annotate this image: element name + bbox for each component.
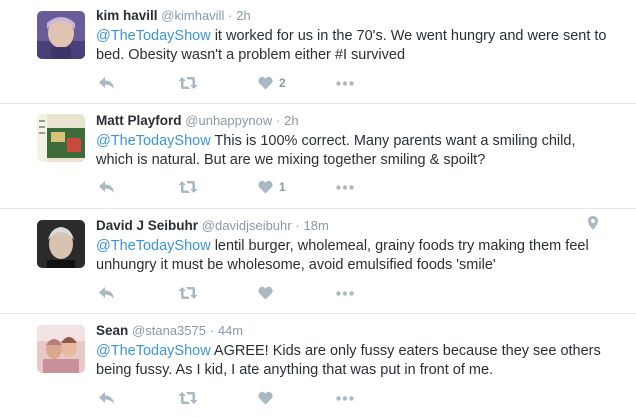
author-name[interactable]: Matt Playford — [96, 113, 182, 128]
tweet-header: Sean @stana3575 · 44m — [96, 323, 243, 338]
reply-button[interactable] — [98, 73, 115, 93]
tweet-text: @TheTodayShow it worked for us in the 70… — [96, 27, 616, 65]
tweet-text: @TheTodayShow lentil burger, wholemeal, … — [96, 237, 616, 275]
heart-icon — [258, 286, 273, 300]
separator-dot: · — [295, 218, 300, 233]
author-handle[interactable]: @kimhavill — [161, 8, 224, 23]
avatar[interactable] — [37, 325, 85, 373]
retweet-icon — [178, 77, 198, 89]
tweet-feed: kim havill @kimhavill · 2h @TheTodayShow… — [0, 0, 636, 417]
timestamp[interactable]: 44m — [218, 323, 243, 338]
author-handle[interactable]: @davidjseibuhr — [202, 218, 292, 233]
mention-link[interactable]: @TheTodayShow — [96, 343, 211, 359]
retweet-icon — [178, 392, 198, 404]
separator-dot: · — [209, 323, 215, 338]
tweet-header: Matt Playford @unhappynow · 2h — [96, 113, 299, 128]
reply-icon — [99, 287, 114, 299]
separator-dot: · — [275, 113, 281, 128]
more-button[interactable] — [336, 283, 354, 303]
more-icon — [336, 395, 354, 401]
like-count: 2 — [279, 76, 286, 90]
like-count: 1 — [279, 180, 286, 194]
more-button[interactable] — [336, 388, 354, 408]
separator-dot: · — [228, 8, 233, 23]
retweet-button[interactable] — [178, 177, 198, 197]
more-button[interactable] — [336, 177, 354, 197]
heart-icon — [258, 391, 273, 405]
tweet-actions: 2 — [96, 73, 376, 93]
location-pin-icon — [588, 216, 598, 230]
author-name[interactable]: Sean — [96, 323, 128, 338]
reply-button[interactable] — [98, 283, 115, 303]
mention-link[interactable]: @TheTodayShow — [96, 133, 211, 149]
tweet-text: @TheTodayShow AGREE! Kids are only fussy… — [96, 342, 616, 380]
mention-link[interactable]: @TheTodayShow — [96, 238, 211, 254]
tweet-actions — [96, 283, 376, 303]
more-icon — [336, 184, 354, 190]
author-handle[interactable]: @stana3575 — [132, 323, 206, 338]
tweet-header: David J Seibuhr @davidjseibuhr · 18m — [96, 218, 329, 233]
timestamp[interactable]: 2h — [284, 113, 298, 128]
avatar[interactable] — [37, 11, 85, 59]
tweet-actions — [96, 388, 376, 408]
retweet-button[interactable] — [178, 388, 198, 408]
timestamp[interactable]: 18m — [303, 218, 328, 233]
reply-button[interactable] — [98, 388, 115, 408]
tweet-actions: 1 — [96, 177, 376, 197]
tweet[interactable]: David J Seibuhr @davidjseibuhr · 18m @Th… — [0, 209, 636, 314]
reply-button[interactable] — [98, 177, 115, 197]
avatar[interactable] — [37, 114, 85, 162]
reply-icon — [99, 77, 114, 89]
more-icon — [336, 80, 354, 86]
like-button[interactable]: 1 — [258, 177, 286, 197]
timestamp[interactable]: 2h — [236, 8, 250, 23]
author-name[interactable]: David J Seibuhr — [96, 218, 198, 233]
like-button[interactable] — [258, 283, 279, 303]
mention-link[interactable]: @TheTodayShow — [96, 28, 211, 44]
heart-icon — [258, 180, 273, 194]
retweet-icon — [178, 287, 198, 299]
reply-icon — [99, 181, 114, 193]
like-button[interactable]: 2 — [258, 73, 286, 93]
more-button[interactable] — [336, 73, 354, 93]
like-button[interactable] — [258, 388, 279, 408]
avatar[interactable] — [37, 220, 85, 268]
tweet-text: @TheTodayShow This is 100% correct. Many… — [96, 132, 616, 170]
tweet[interactable]: kim havill @kimhavill · 2h @TheTodayShow… — [0, 0, 636, 104]
heart-icon — [258, 76, 273, 90]
more-icon — [336, 290, 354, 296]
retweet-button[interactable] — [178, 73, 198, 93]
tweet[interactable]: Matt Playford @unhappynow · 2h @TheToday… — [0, 104, 636, 209]
tweet-header: kim havill @kimhavill · 2h — [96, 8, 251, 23]
author-name[interactable]: kim havill — [96, 8, 158, 23]
retweet-button[interactable] — [178, 283, 198, 303]
author-handle[interactable]: @unhappynow — [185, 113, 272, 128]
reply-icon — [99, 392, 114, 404]
tweet[interactable]: Sean @stana3575 · 44m @TheTodayShow AGRE… — [0, 314, 636, 417]
location-button[interactable] — [588, 216, 598, 235]
retweet-icon — [178, 181, 198, 193]
